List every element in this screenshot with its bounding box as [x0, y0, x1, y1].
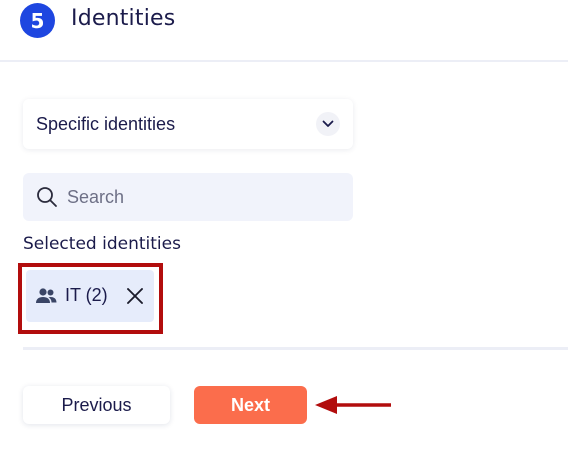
section-divider [23, 347, 568, 350]
header-divider [0, 60, 568, 62]
search-field[interactable] [23, 173, 353, 221]
highlight-annotation-box [18, 263, 163, 334]
arrow-annotation-icon [313, 392, 393, 418]
dropdown-selected-value: Specific identities [36, 114, 176, 134]
next-button[interactable]: Next [194, 386, 307, 424]
step-number-badge: 5 [20, 3, 55, 38]
identity-scope-dropdown[interactable]: Specific identities [23, 99, 353, 149]
step-header: 5 Identities [0, 0, 568, 62]
chevron-down-icon[interactable] [316, 112, 340, 136]
previous-button[interactable]: Previous [23, 386, 170, 424]
selected-identities-label: Selected identities [23, 234, 181, 254]
search-input[interactable] [67, 173, 343, 221]
search-icon [36, 186, 58, 208]
step-title: Identities [71, 6, 176, 31]
identities-step-panel: 5 Identities Specific identities Selecte… [0, 0, 568, 451]
